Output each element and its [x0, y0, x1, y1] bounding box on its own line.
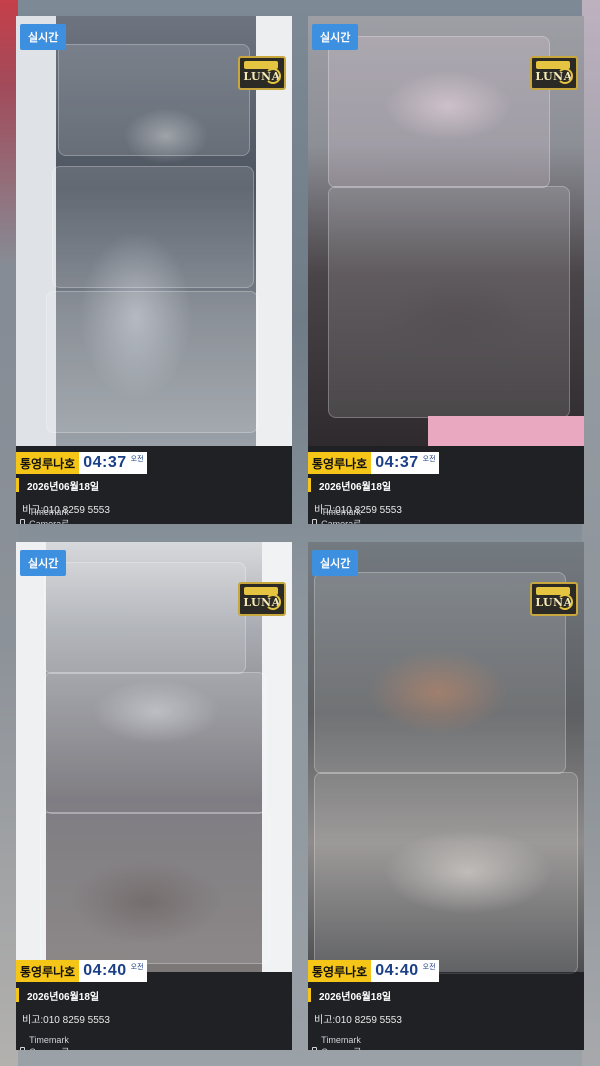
note-phone: 비고:010 8259 5553: [314, 1015, 402, 1026]
verify-line: Timemark Camera로 확인된 시간: [312, 507, 367, 524]
verify-text: Timemark Camera로 확인된 시간: [29, 507, 70, 524]
verify-text: Timemark Camera로 확인된 시간: [29, 1035, 69, 1050]
boat-name: 통영루나호: [308, 960, 372, 982]
luna-logo: LUNA: [238, 582, 286, 616]
realtime-badge: 실시간: [20, 550, 67, 576]
boat-name: 통영루나호: [308, 452, 372, 474]
shield-icon: [20, 519, 26, 524]
date-line: 2026년06월18일: [16, 477, 99, 493]
luna-logo: LUNA: [238, 56, 286, 90]
verify-text: Timemark Camera로 확인된 시간: [321, 507, 362, 524]
photo-tile-2[interactable]: 실시간 LUNA 통영루나호 04:37 오전 2026년06월18일 비고:0…: [308, 16, 584, 524]
luna-logo: LUNA: [530, 56, 578, 90]
capture-time: 04:37: [371, 452, 423, 474]
photo-tile-4[interactable]: 실시간 LUNA 통영루나호 04:40 오전 2026년06월18일 비고:0…: [308, 542, 584, 1050]
capture-time: 04:37: [79, 452, 131, 474]
realtime-badge: 실시간: [312, 550, 359, 576]
ampm-label: 오전: [130, 452, 147, 474]
background-edge-right: [582, 0, 600, 1066]
verify-text: Timemark Camera로 확인된 시간: [321, 1035, 361, 1050]
photo-tile-1[interactable]: 실시간 LUNA 통영루나호 04:37 오전 2026년06월18일 비고:0…: [16, 16, 292, 524]
shield-icon: [20, 1047, 26, 1050]
shield-icon: [312, 519, 318, 524]
ampm-label: 오전: [422, 452, 439, 474]
shield-icon: [312, 1047, 318, 1050]
capture-time: 04:40: [79, 960, 131, 982]
verify-line: Timemark Camera로 확인된 시간: [20, 1035, 75, 1050]
ampm-label: 오전: [130, 960, 147, 982]
boat-name: 통영루나호: [16, 960, 80, 982]
capture-date: 2026년06월18일: [27, 481, 100, 493]
realtime-badge: 실시간: [20, 24, 67, 50]
time-stamp: 통영루나호 04:37 오전: [308, 452, 439, 474]
capture-date: 2026년06월18일: [319, 991, 392, 1003]
time-stamp: 통영루나호 04:37 오전: [16, 452, 147, 474]
luna-logo: LUNA: [530, 582, 578, 616]
note-phone: 비고:010 8259 5553: [22, 1015, 110, 1026]
time-stamp: 통영루나호 04:40 오전: [308, 960, 439, 982]
capture-date: 2026년06월18일: [27, 991, 100, 1003]
capture-date: 2026년06월18일: [319, 481, 392, 493]
boat-name: 통영루나호: [16, 452, 80, 474]
date-line: 2026년06월18일: [308, 477, 391, 493]
verify-line: Timemark Camera로 확인된 시간: [312, 1035, 367, 1050]
date-line: 2026년06월18일: [16, 987, 99, 1003]
photo-tile-3[interactable]: 실시간 LUNA 통영루나호 04:40 오전 2026년06월18일 비고:0…: [16, 542, 292, 1050]
verify-line: Timemark Camera로 확인된 시간: [20, 507, 75, 524]
capture-time: 04:40: [371, 960, 423, 982]
date-line: 2026년06월18일: [308, 987, 391, 1003]
time-stamp: 통영루나호 04:40 오전: [16, 960, 147, 982]
ampm-label: 오전: [422, 960, 439, 982]
realtime-badge: 실시간: [312, 24, 359, 50]
